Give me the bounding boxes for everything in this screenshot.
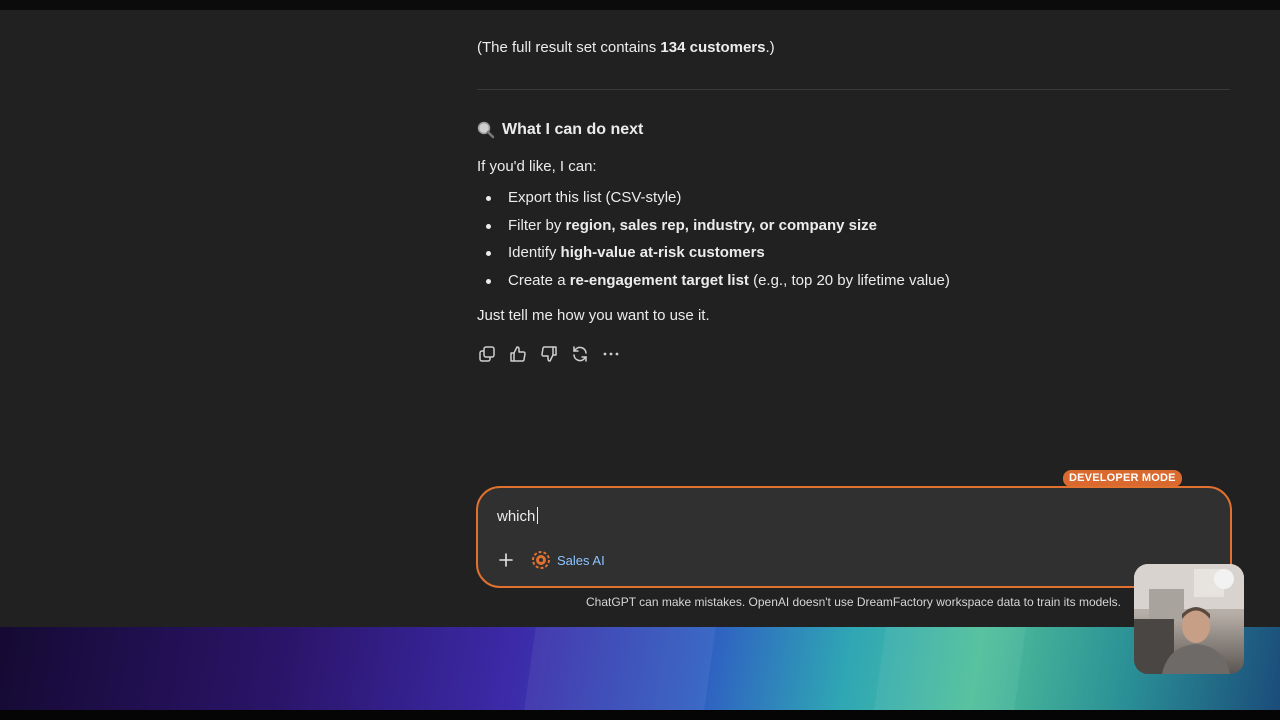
developer-mode-badge: DEVELOPER MODE [1063,470,1182,487]
bottom-letterbox [0,710,1280,720]
regenerate-button[interactable] [570,344,590,364]
section-heading: What I can do next [477,121,643,139]
text-caret [537,507,539,524]
intro-text: If you'd like, I can: [477,158,597,175]
result-note: (The full result set contains 134 custom… [477,39,775,56]
thumbs-down-icon [541,346,557,362]
copy-button[interactable] [477,344,497,364]
thumbs-up-icon [510,346,526,362]
tool-label: Sales AI [557,552,605,568]
more-icon [603,352,619,356]
webcam-overlay [1134,564,1244,674]
regenerate-icon [573,346,587,362]
list-item: Identify high-value at-risk customers [477,243,950,271]
thumbs-down-button[interactable] [539,344,559,364]
list-item: Filter by region, sales rep, industry, o… [477,216,950,244]
desktop-wallpaper [0,627,1280,710]
outro-text: Just tell me how you want to use it. [477,307,710,324]
wallpaper-band [874,627,1026,710]
copy-icon [479,346,495,362]
sales-ai-tool-chip[interactable]: Sales AI [531,550,605,570]
disclaimer: ChatGPT can make mistakes. OpenAI doesn'… [586,595,1121,609]
more-options-button[interactable] [601,344,621,364]
gear-icon [532,551,550,569]
plus-icon [499,553,513,567]
divider [477,89,1230,90]
customer-count: 134 customers [660,39,766,56]
message-input[interactable]: which [497,507,539,525]
message-actions [477,344,621,364]
list-item: Export this list (CSV-style) [477,188,950,216]
add-attachment-button[interactable] [496,550,516,570]
list-item: Create a re-engagement target list (e.g.… [477,271,950,299]
message-composer[interactable]: which Sales AI [476,486,1232,588]
thumbs-up-button[interactable] [508,344,528,364]
options-list: Export this list (CSV-style) Filter by r… [477,188,950,298]
magnifier-icon [477,121,495,139]
wallpaper-band [524,627,716,710]
top-letterbox [0,0,1280,10]
